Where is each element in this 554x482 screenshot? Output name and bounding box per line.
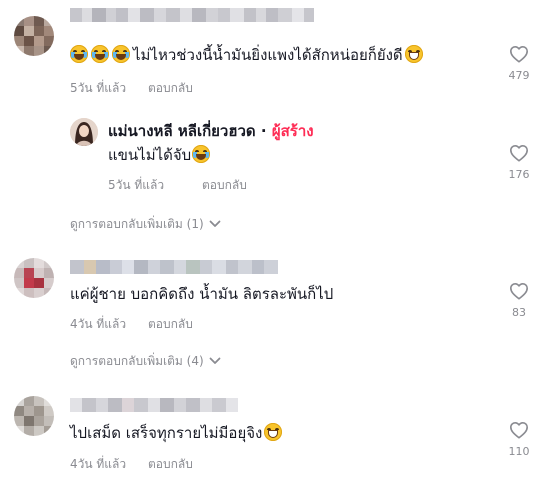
chevron-down-icon: [209, 220, 221, 227]
comment-time: 4วัน ที่แล้ว: [70, 317, 127, 331]
username-blurred[interactable]: [70, 398, 238, 412]
reply-button[interactable]: ตอบกลับ: [148, 456, 193, 472]
separator-dot: ·: [260, 122, 267, 140]
like-count: 176: [508, 168, 530, 181]
comment-text: ไปเสม็ด เสร็จทุกรายไม่มีอยุจิง: [70, 423, 285, 443]
face-with-tears-of-joy-icon: [91, 45, 109, 63]
view-more-replies[interactable]: ดูการตอบกลับเพิ่มเติม (1): [70, 216, 221, 232]
face-with-tears-of-joy-icon: [192, 145, 211, 163]
creator-photo: [70, 118, 98, 146]
like-button[interactable]: 479: [499, 45, 539, 82]
heart-outline-icon: [510, 282, 529, 300]
like-button[interactable]: 83: [499, 282, 539, 319]
heart-outline-icon: [510, 144, 529, 162]
reply-button[interactable]: ตอบกลับ: [202, 177, 247, 193]
comment-body: ไปเสม็ด เสร็จทุกรายไม่มีอยุจิง: [70, 424, 263, 442]
reply-button[interactable]: ตอบกลับ: [148, 316, 193, 332]
grinning-face-icon: [264, 423, 283, 441]
like-button[interactable]: 176: [499, 144, 539, 181]
grinning-face-icon: [404, 45, 423, 63]
view-more-replies[interactable]: ดูการตอบกลับเพิ่มเติม (4): [70, 353, 221, 369]
username-blurred[interactable]: [70, 8, 314, 22]
avatar[interactable]: [14, 16, 54, 56]
comment-time: 4วัน ที่แล้ว: [70, 457, 127, 471]
chevron-down-icon: [209, 357, 221, 364]
face-with-tears-of-joy-icon: [112, 45, 130, 63]
like-count: 83: [512, 306, 526, 319]
avatar[interactable]: [14, 258, 54, 298]
creator-badge: ผู้สร้าง: [271, 122, 314, 140]
view-more-label: ดูการตอบกลับเพิ่มเติม (1): [70, 217, 204, 231]
heart-outline-icon: [510, 421, 529, 439]
heart-outline-icon: [510, 45, 529, 63]
username-blurred[interactable]: [70, 260, 278, 274]
author-name: แม่นางหลี หลีเกี่ยวฮวด: [108, 122, 256, 140]
face-with-tears-of-joy-icon: [70, 45, 88, 63]
comment-text: ไม่ไหวช่วงนี้น้ำมันยิ่งแพงได้สักหน่อยก็ย…: [70, 45, 426, 65]
like-count: 110: [508, 445, 530, 458]
reply-author[interactable]: แม่นางหลี หลีเกี่ยวฮวด · ผู้สร้าง: [108, 121, 314, 141]
comment-body: ไม่ไหวช่วงนี้น้ำมันยิ่งแพงได้สักหน่อยก็ย…: [133, 46, 403, 64]
reply-time: 5วัน ที่แล้ว: [108, 178, 165, 192]
like-button[interactable]: 110: [499, 421, 539, 458]
comment-time: 5วัน ที่แล้ว: [70, 81, 127, 95]
reply-button[interactable]: ตอบกลับ: [148, 80, 193, 96]
reply-body: แขนไม่ได้จับ: [108, 146, 192, 164]
creator-avatar[interactable]: [70, 118, 98, 146]
comment-text: แค่ผู้ชาย บอกคิดถึง น้ำมัน ลิตรละพันก็ไป: [70, 285, 334, 303]
avatar[interactable]: [14, 396, 54, 436]
view-more-label: ดูการตอบกลับเพิ่มเติม (4): [70, 354, 204, 368]
reply-text: แขนไม่ได้จับ: [108, 145, 213, 165]
like-count: 479: [508, 69, 530, 82]
